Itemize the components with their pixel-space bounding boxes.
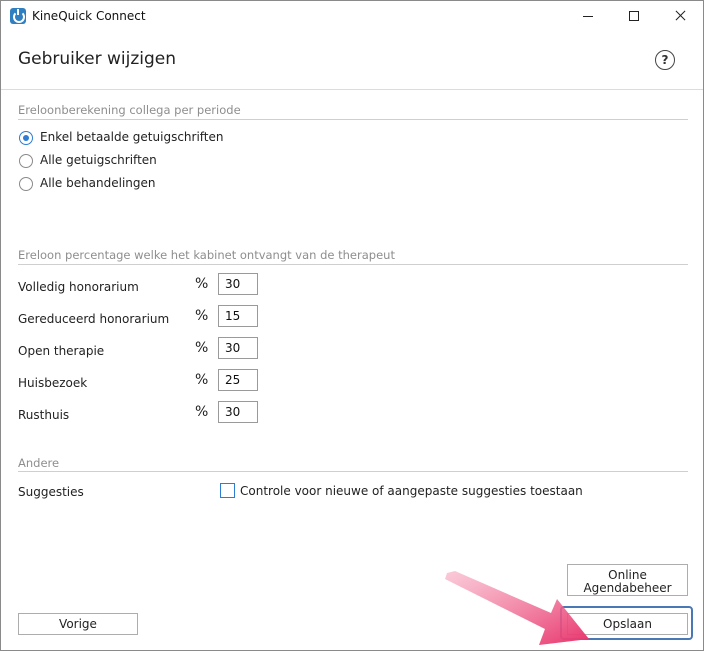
section-divider bbox=[18, 264, 688, 265]
field-label: Gereduceerd honorarium bbox=[18, 312, 170, 326]
percent-sign: % bbox=[195, 340, 209, 356]
minimize-icon[interactable] bbox=[565, 1, 611, 31]
radio-label: Alle getuigschriften bbox=[40, 153, 157, 167]
radio-button[interactable] bbox=[19, 154, 33, 168]
agenda-button-line1: Online bbox=[608, 567, 647, 582]
close-icon[interactable] bbox=[657, 1, 703, 31]
percent-sign: % bbox=[195, 308, 209, 324]
rusthuis-input[interactable] bbox=[218, 401, 258, 423]
open-therapie-input[interactable] bbox=[218, 337, 258, 359]
app-title: KineQuick Connect bbox=[32, 9, 146, 23]
window: KineQuick Connect Gebruiker wijzigen ? E… bbox=[0, 0, 704, 651]
gereduceerd-honorarium-input[interactable] bbox=[218, 305, 258, 327]
percent-sign: % bbox=[195, 276, 209, 292]
field-gereduceerd-honorarium: Gereduceerd honorarium % bbox=[18, 305, 278, 327]
section-title-ereloon-percentage: Ereloon percentage welke het kabinet ont… bbox=[18, 248, 395, 262]
percent-sign: % bbox=[195, 404, 209, 420]
opslaan-button[interactable]: Opslaan bbox=[567, 613, 688, 635]
kinequick-app-icon bbox=[10, 8, 26, 24]
header-divider bbox=[1, 89, 703, 90]
suggesties-checkbox-label[interactable]: Controle voor nieuwe of aangepaste sugge… bbox=[240, 484, 583, 498]
section-title-ereloonberekening: Ereloonberekening collega per periode bbox=[18, 103, 241, 117]
section-title-andere: Andere bbox=[18, 456, 60, 470]
percent-sign: % bbox=[195, 372, 209, 388]
field-label: Rusthuis bbox=[18, 408, 70, 422]
help-icon[interactable]: ? bbox=[655, 50, 675, 70]
field-label: Open therapie bbox=[18, 344, 105, 358]
radio-label: Enkel betaalde getuigschriften bbox=[40, 130, 224, 144]
section-divider bbox=[18, 119, 688, 120]
radio-label: Alle behandelingen bbox=[40, 176, 156, 190]
suggesties-label: Suggesties bbox=[18, 485, 84, 499]
radio-button-checked[interactable] bbox=[19, 131, 33, 145]
title-bar[interactable]: KineQuick Connect bbox=[1, 1, 703, 31]
field-rusthuis: Rusthuis % bbox=[18, 401, 278, 423]
section-divider bbox=[18, 471, 688, 472]
volledig-honorarium-input[interactable] bbox=[218, 273, 258, 295]
vorige-button[interactable]: Vorige bbox=[18, 613, 138, 635]
radio-button[interactable] bbox=[19, 177, 33, 191]
field-huisbezoek: Huisbezoek % bbox=[18, 369, 278, 391]
field-volledig-honorarium: Volledig honorarium % bbox=[18, 273, 278, 295]
suggesties-checkbox[interactable] bbox=[220, 483, 235, 498]
online-agendabeheer-button[interactable]: Online Agendabeheer bbox=[567, 564, 688, 596]
field-label: Huisbezoek bbox=[18, 376, 88, 390]
huisbezoek-input[interactable] bbox=[218, 369, 258, 391]
page-title: Gebruiker wijzigen bbox=[18, 49, 177, 69]
maximize-icon[interactable] bbox=[611, 1, 657, 31]
field-open-therapie: Open therapie % bbox=[18, 337, 278, 359]
field-label: Volledig honorarium bbox=[18, 280, 139, 294]
agenda-button-line2: Agendabeheer bbox=[583, 580, 672, 595]
